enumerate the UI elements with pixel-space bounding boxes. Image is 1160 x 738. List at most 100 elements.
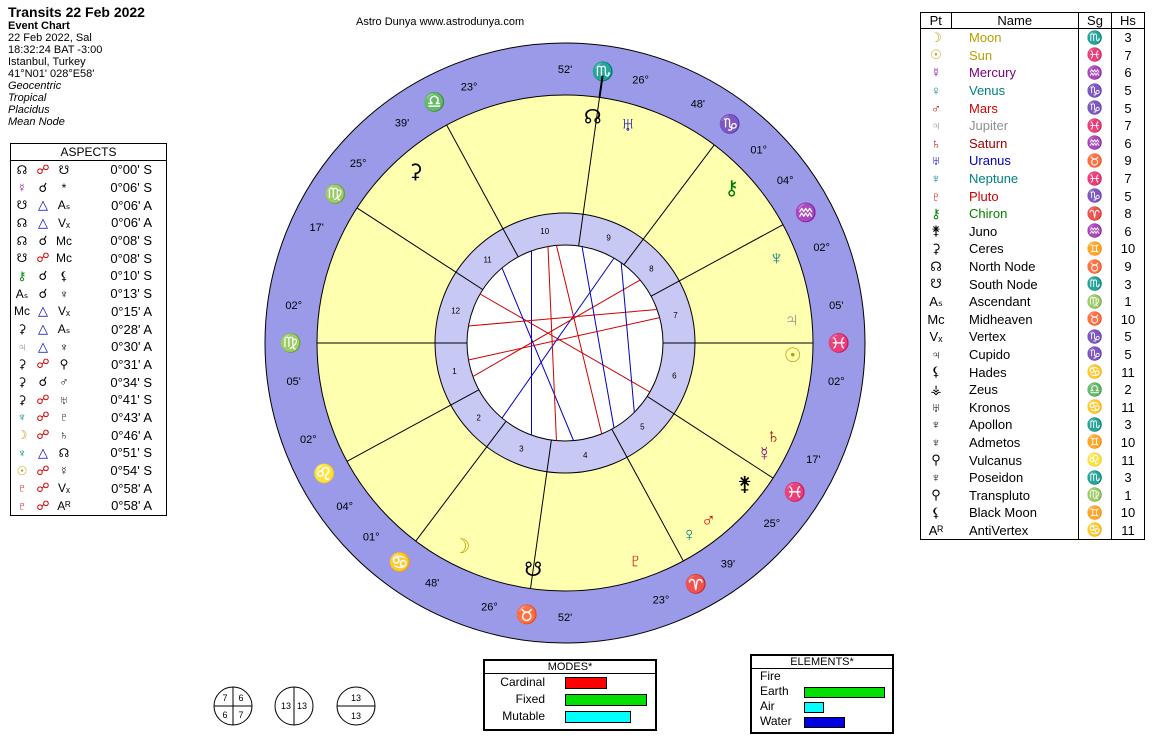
hemi-top: 13 <box>351 693 361 703</box>
aspect-orb: 0°41' S <box>110 392 152 408</box>
col-sign: Sg <box>1078 12 1112 29</box>
planet-row: ⚷ Chiron ♈ 8 <box>921 204 1145 223</box>
aspect-planet2: ♄ <box>59 428 69 443</box>
planet-name: Moon <box>969 30 1002 46</box>
planet-glyph: ☋ <box>930 276 942 292</box>
planet-row: Aₛ Ascendant ♍ 1 <box>921 292 1145 311</box>
planet-glyph-icon: ⚵ <box>737 473 752 495</box>
cusp-sign-icon: ♎ <box>423 91 445 112</box>
house-number: 8 <box>649 265 654 274</box>
planet-row: ♆ Admetos ♊ 10 <box>921 433 1145 452</box>
chart-coords: 41°N01' 028°E58' <box>8 68 95 80</box>
planet-sign: ♑ <box>1078 345 1112 364</box>
house-number: 2 <box>476 413 481 422</box>
planet-house: 11 <box>1111 398 1145 417</box>
planet-house: 5 <box>1111 81 1145 100</box>
cusp-degree: 25° <box>350 158 367 170</box>
aspect-row: Aₛ ☌ ♆ 0°13' S <box>11 285 167 303</box>
aspect-glyph: ☌ <box>38 179 48 195</box>
cusp-degree: 23° <box>461 81 478 93</box>
aspect-row: ♇ ☍ Vₓ 0°58' A <box>11 479 167 497</box>
planet-sign: ♍ <box>1078 292 1112 311</box>
planet-sign: ♏ <box>1078 468 1112 487</box>
aspect-glyph: ☍ <box>36 462 50 478</box>
cusp-degree: 23° <box>653 595 670 607</box>
cusp-sign-icon: ♒ <box>795 201 817 222</box>
planet-house: 7 <box>1111 169 1145 188</box>
planet-sign: ♓ <box>1078 116 1112 135</box>
hemi-left: 13 <box>281 701 291 711</box>
elements-title: ELEMENTS* <box>752 656 892 669</box>
planet-sign: ♏ <box>1078 275 1112 293</box>
planet-sign: ♎ <box>1078 380 1112 399</box>
aspect-planet1: ♇ <box>17 498 27 513</box>
planet-row: ☿ Mercury ♒ 6 <box>921 64 1145 82</box>
planet-row: ☊ North Node ♉ 9 <box>921 257 1145 276</box>
aspect-glyph: △ <box>38 321 48 337</box>
planet-name: Pluto <box>969 188 999 204</box>
aspect-orb: 0°08' S <box>110 233 152 249</box>
planet-sign: ♏ <box>1078 28 1112 47</box>
aspect-planet1: ☊ <box>16 162 28 177</box>
aspect-glyph: △ <box>38 214 48 230</box>
planet-house: 3 <box>1111 28 1145 47</box>
house-number: 10 <box>540 227 549 236</box>
aspect-planet1: ☋ <box>16 198 28 213</box>
planet-row: ♀ Venus ♑ 5 <box>921 81 1145 100</box>
modes-box: MODES* Cardinal Fixed Mutable <box>483 659 657 731</box>
aspect-planet1: ☊ <box>16 233 28 248</box>
planet-sign: ♏ <box>1078 416 1112 434</box>
planet-name: Neptune <box>969 171 1019 187</box>
planet-glyph: ⚷ <box>931 205 941 221</box>
planet-name: Vertex <box>969 329 1006 345</box>
aspect-planet2: ♅ <box>59 392 69 407</box>
element-bar <box>804 717 845 728</box>
planet-glyph: ⚸ <box>931 364 941 380</box>
aspects-table: ASPECTS ☊ ☍ ☋ 0°00' S ☿ ☌ * 0°06' S ☋ △ Aₛ… <box>10 143 167 516</box>
planet-sign: ♋ <box>1078 521 1112 540</box>
aspect-planet1: ⚷ <box>17 268 27 283</box>
chart-type: Event Chart <box>8 20 70 32</box>
hemi-east-west: 13 13 <box>274 686 314 726</box>
planet-glyph: ⚸ <box>931 504 941 520</box>
planet-sign: ♋ <box>1078 363 1112 381</box>
planet-house: 10 <box>1111 240 1145 258</box>
aspect-planet1: Aₛ <box>15 286 29 301</box>
planet-name: Juno <box>969 223 998 239</box>
aspect-planet2: ☊ <box>58 445 70 460</box>
planet-glyph-icon: ⚷ <box>724 178 739 200</box>
planet-house: 3 <box>1111 275 1145 293</box>
aspect-planet1: ☋ <box>16 251 28 266</box>
planet-house: 1 <box>1111 486 1145 505</box>
house-number: 3 <box>519 444 524 453</box>
mode-row: Fixed <box>485 691 655 708</box>
planet-house: 10 <box>1111 310 1145 329</box>
planet-row: ♂ Mars ♑ 5 <box>921 99 1145 117</box>
planet-sign: ♊ <box>1078 504 1112 522</box>
col-name: Name <box>950 12 1079 29</box>
aspect-orb: 0°46' A <box>111 427 152 443</box>
cusp-minute: 52' <box>558 612 572 624</box>
cusp-minute: 04° <box>336 501 353 513</box>
planet-sign: ♑ <box>1078 187 1112 205</box>
planet-house: 9 <box>1111 257 1145 276</box>
aspect-planet2: ☿ <box>59 463 69 478</box>
planet-name: Poseidon <box>969 470 1024 486</box>
aspect-orb: 0°08' S <box>110 250 152 266</box>
aspect-glyph: ☍ <box>36 250 50 266</box>
aspect-glyph: ☌ <box>38 267 48 283</box>
cusp-minute: 39' <box>395 118 409 130</box>
planet-row: ⚳ Ceres ♊ 10 <box>921 240 1145 258</box>
planet-name: Kronos <box>969 399 1011 415</box>
planet-glyph: ☊ <box>930 258 942 274</box>
aspect-glyph: ☍ <box>36 409 50 425</box>
aspect-planet2: ⚲ <box>59 357 69 372</box>
aspect-planet2: * <box>61 180 67 195</box>
cusp-minute: 05' <box>829 300 843 312</box>
planet-row: ♇ Pluto ♑ 5 <box>921 187 1145 205</box>
aspect-row: ⚳ ☍ ⚲ 0°31' A <box>11 356 167 374</box>
cusp-minute: 48' <box>691 98 705 110</box>
cusp-minute: 48' <box>425 578 439 590</box>
aspect-planet2: Aᴿ <box>57 498 71 513</box>
aspect-orb: 0°06' S <box>110 180 152 196</box>
